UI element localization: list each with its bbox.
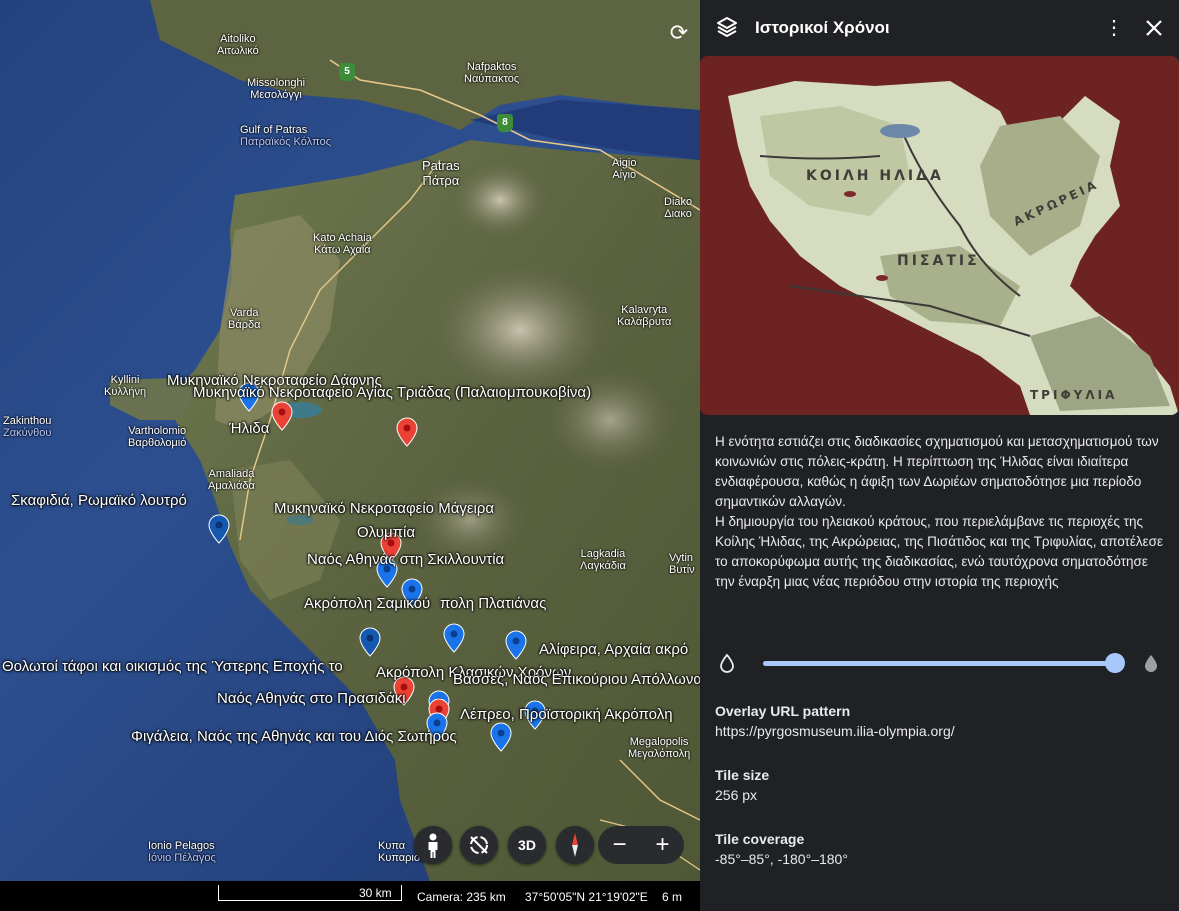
layer-details-panel: Ιστορικοί Χρόνοι ⋮ ΚΟΙΛΗ ΗΛΙΔΑ ΑΚΡΩΡΕΙΑ …	[700, 0, 1179, 911]
overlay-preview-image: ΚΟΙΛΗ ΗΛΙΔΑ ΑΚΡΩΡΕΙΑ ΠΙΣΑΤΙΣ ΤΡΙΦΥΛΙΑ	[700, 56, 1179, 415]
place-label[interactable]: Μυκηναϊκό Νεκροταφείο Αγίας Τριάδας (Παλ…	[193, 384, 591, 401]
place-label[interactable]: Ναός Αθηνάς στο Πρασιδάκι	[217, 690, 406, 707]
map-label-gulf-of-patras: Gulf of Patras Πατραϊκός Κόλπος	[240, 124, 332, 148]
close-icon[interactable]	[1142, 16, 1166, 40]
place-label[interactable]: Ολυμπία	[357, 524, 415, 541]
map-pin-blue[interactable]	[505, 630, 527, 660]
place-label[interactable]: πολη Πλατιάνας	[440, 595, 546, 612]
map-label-aitoliko: Aitoliko Αιτωλικό	[217, 33, 259, 57]
pegman-button[interactable]	[414, 826, 452, 864]
tilt-reset-button[interactable]	[460, 826, 498, 864]
place-label[interactable]: Βάσσες, Ναός Επικούριου Απόλλωνα	[453, 671, 700, 688]
compass-button[interactable]	[556, 826, 594, 864]
tile-size-label: Tile size	[715, 767, 770, 783]
cursor-coordinates: 37°50'05"N 21°19'02"E	[525, 890, 648, 904]
panel-header: Ιστορικοί Χρόνοι ⋮	[700, 0, 1179, 56]
map-label-amaliada: Amaliada Αμαλιάδα	[208, 468, 255, 492]
status-bar: 30 km Camera: 235 km 37°50'05"N 21°19'02…	[0, 881, 700, 911]
scale-label: 30 km	[359, 886, 392, 900]
place-label[interactable]: Αλίφειρα, Αρχαία ακρό	[539, 641, 688, 658]
zoom-in-button[interactable]: +	[641, 826, 684, 864]
layers-icon	[717, 17, 737, 37]
tilt-reset-icon	[470, 836, 488, 854]
overlay-url-label: Overlay URL pattern	[715, 703, 851, 719]
map-label-missolonghi: Missolonghi Μεσολόγγι	[247, 77, 306, 101]
more-vert-icon[interactable]: ⋮	[1102, 16, 1126, 40]
place-label[interactable]: Σκαφιδιά, Ρωμαϊκό λουτρό	[11, 492, 187, 509]
road-shield: 8	[497, 114, 513, 132]
map-view[interactable]: Aitoliko Αιτωλικό Missolonghi Μεσολόγγι Na…	[0, 0, 700, 881]
opacity-track[interactable]	[763, 661, 1115, 666]
opacity-thumb[interactable]	[1105, 653, 1125, 673]
place-label[interactable]: Ακρόπολη Σαμικού	[304, 595, 430, 612]
map-label-ionio-pelagos: Ionio Pelagos Ιόνιο Πέλαγος	[148, 840, 216, 864]
map-pin-dark-blue[interactable]	[208, 514, 230, 544]
tile-coverage-label: Tile coverage	[715, 831, 805, 847]
place-label[interactable]: Φιγάλεια, Ναός της Αθηνάς και του Διός Σ…	[131, 728, 457, 745]
map-label-vytina: Vytin Βυτίν	[669, 552, 695, 576]
road-shield: 5	[339, 63, 355, 81]
3d-toggle-button[interactable]: 3D	[508, 826, 546, 864]
zoom-controls: − +	[598, 826, 684, 864]
rotate-icon[interactable]: ⟳	[664, 18, 694, 48]
map-label-diako: Diako Διακο	[664, 196, 693, 220]
map-pin-blue[interactable]	[443, 623, 465, 653]
map-label-nafpaktos: Nafpaktos Ναύπακτος	[464, 61, 520, 85]
map-label-megalopolis: Megalopolis Μεγαλόπολη	[628, 736, 691, 760]
map-label-lagkadia: Lagkadia Λαγκάδια	[580, 548, 626, 572]
place-label[interactable]: Ήλιδα	[229, 420, 269, 437]
elevation: 6 m	[662, 890, 683, 904]
terrain-background	[110, 0, 700, 881]
overlay-url-value: https://pyrgosmuseum.ilia-olympia.org/	[715, 723, 955, 739]
layer-description: Η ενότητα εστιάζει στις διαδικασίες σχημ…	[715, 434, 1164, 589]
region-label-koili-ilida: ΚΟΙΛΗ ΗΛΙΔΑ	[806, 168, 944, 184]
zoom-out-button[interactable]: −	[598, 826, 641, 864]
place-label[interactable]: Ναός Αθηνάς στη Σκιλλουντία	[307, 551, 504, 568]
place-label[interactable]: Θολωτοί τάφοι και οικισμός της Ύστερης Ε…	[2, 658, 343, 675]
map-pin-red[interactable]	[271, 401, 293, 431]
place-label[interactable]: Λέπρεο, Προϊστορική Ακρόπολη	[460, 706, 673, 723]
compass-icon	[572, 833, 578, 857]
map-label-aigio: Aigio Αίγιο	[612, 157, 637, 181]
map-label-patras: Patras Πάτρα	[422, 158, 460, 188]
tile-size-value: 256 px	[715, 787, 758, 803]
map-label-varda: Varda Βάρδα	[228, 307, 261, 331]
historic-map-drawing	[700, 56, 1179, 415]
tile-coverage-value: -85°–85°, -180°–180°	[715, 851, 848, 867]
map-label-zakinthou: Zakinthou Ζακύνθου	[3, 415, 52, 439]
opacity-slider[interactable]	[700, 648, 1179, 678]
map-label-kalavryta: Kalavryta Καλάβρυτα	[617, 304, 672, 328]
map-label-vartholomio: Vartholomio Βαρθολομιό	[128, 425, 187, 449]
region-label-pisatis: ΠΙΣΑΤΙΣ	[897, 253, 980, 269]
pegman-icon	[428, 833, 438, 858]
place-label[interactable]: Μυκηναϊκό Νεκροταφείο Μάγειρα	[274, 500, 494, 517]
opacity-high-icon	[1145, 655, 1157, 672]
map-label-kato-achaia: Kato Achaia Κάτω Αχαΐα	[313, 232, 372, 256]
camera-altitude: Camera: 235 km	[417, 890, 506, 904]
map-label-kyllini: Kyllini Κυλλήνη	[104, 374, 147, 398]
map-pin-red[interactable]	[396, 417, 418, 447]
map-pin-dark-blue[interactable]	[359, 627, 381, 657]
panel-title: Ιστορικοί Χρόνοι	[755, 18, 890, 37]
map-pin-blue[interactable]	[490, 722, 512, 752]
region-label-trifylia: ΤΡΙΦΥΛΙΑ	[1030, 388, 1118, 402]
opacity-low-icon	[720, 653, 734, 673]
